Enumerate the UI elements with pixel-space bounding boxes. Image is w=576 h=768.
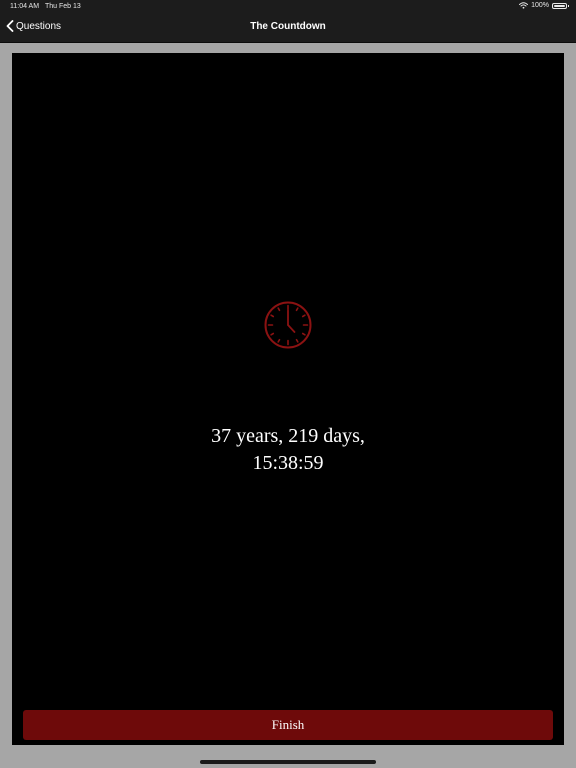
status-bar: 11:04 AM Thu Feb 13 100% bbox=[0, 0, 576, 14]
home-indicator[interactable] bbox=[200, 760, 376, 764]
countdown-panel: 37 years, 219 days, 15:38:59 Finish bbox=[12, 53, 564, 745]
wifi-icon bbox=[519, 2, 529, 9]
status-date: Thu Feb 13 bbox=[45, 3, 81, 10]
countdown-time: 15:38:59 bbox=[252, 452, 324, 474]
navigation-bar: Questions The Countdown bbox=[0, 14, 576, 42]
countdown-duration: 37 years, 219 days, bbox=[211, 425, 365, 447]
countdown-display: 37 years, 219 days, 15:38:59 bbox=[12, 423, 564, 477]
page-title: The Countdown bbox=[250, 21, 326, 32]
battery-icon bbox=[552, 2, 569, 9]
top-bar: 11:04 AM Thu Feb 13 100% Questions The C… bbox=[0, 0, 576, 43]
status-time: 11:04 AM bbox=[10, 3, 40, 10]
finish-button[interactable]: Finish bbox=[23, 710, 553, 740]
status-indicators: 100% bbox=[519, 2, 569, 9]
clock-icon bbox=[264, 301, 312, 349]
battery-percent: 100% bbox=[531, 2, 549, 9]
